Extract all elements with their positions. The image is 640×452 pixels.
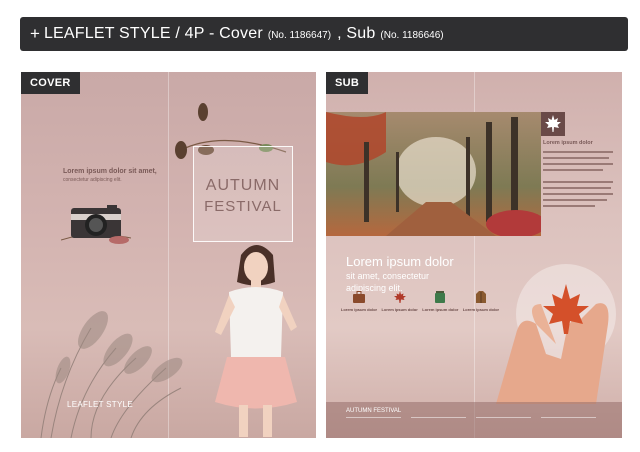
header-separator: , Sub bbox=[337, 25, 376, 42]
info-panel: Lorem ipsum dolor bbox=[543, 140, 617, 221]
icon-caption: Lorem ipsum dolor bbox=[422, 307, 459, 312]
footer-columns bbox=[346, 417, 596, 425]
suitcase-icon bbox=[353, 291, 365, 303]
icon-caption: Lorem ipsum dolor bbox=[340, 307, 378, 312]
header-title: LEAFLET STYLE / 4P - Cover bbox=[43, 25, 263, 42]
footer-column bbox=[411, 417, 466, 425]
autumn-title: AUTUMN bbox=[205, 177, 281, 194]
cover-text-title: Lorem ipsum dolor sit amet, bbox=[63, 168, 157, 175]
cover-number: (No. 1186647) bbox=[267, 29, 332, 41]
leaflet-style-label: LEAFLET STYLE bbox=[67, 400, 134, 409]
icons-row: Lorem ipsum dolor Lorem ipsum dolor Lore… bbox=[340, 290, 500, 312]
icon-item: Lorem ipsum dolor bbox=[421, 290, 459, 312]
sub-page: Lorem ipsum dolor Lorem ipsum dolor sit … bbox=[326, 72, 622, 438]
jar-icon bbox=[435, 291, 446, 303]
sub-number: (No. 1186646) bbox=[380, 29, 444, 41]
cover-page: Lorem ipsum dolor sit amet, consectetur … bbox=[21, 72, 316, 438]
maple-leaf-icon bbox=[545, 115, 561, 132]
footer-column bbox=[476, 417, 531, 425]
woman-illustration bbox=[215, 245, 297, 437]
footer-title: AUTUMN FESTIVAL bbox=[346, 408, 402, 414]
sub-heading: Lorem ipsum dolor sit amet, consectetur … bbox=[346, 254, 454, 293]
cover-text-desc: consectetur adipiscing elit. bbox=[63, 177, 122, 183]
forest-photo bbox=[326, 112, 541, 236]
sub-heading-line1: Lorem ipsum dolor bbox=[346, 254, 454, 269]
footer-column bbox=[541, 417, 596, 425]
autumn-festival-frame: AUTUMN FESTIVAL bbox=[193, 146, 293, 242]
icon-item: Lorem ipsum dolor bbox=[381, 290, 419, 312]
cover-tag: COVER bbox=[21, 72, 80, 94]
festival-title: FESTIVAL bbox=[204, 198, 282, 215]
maple-badge bbox=[541, 112, 565, 136]
header-bar: + LEAFLET STYLE / 4P - Cover (No. 118664… bbox=[20, 17, 628, 51]
maple-leaf-icon bbox=[393, 291, 406, 303]
grass-illustration bbox=[40, 311, 183, 438]
camera-illustration bbox=[61, 205, 131, 244]
placeholder-text-lines bbox=[543, 151, 613, 207]
plus-icon: + bbox=[30, 24, 40, 43]
icon-item: Lorem ipsum dolor bbox=[340, 290, 378, 312]
sub-heading-line2: sit amet, consectetur bbox=[346, 271, 430, 281]
cover-text-block: Lorem ipsum dolor sit amet, consectetur … bbox=[63, 168, 173, 183]
sub-tag: SUB bbox=[326, 72, 369, 94]
hands-with-leaf-illustration bbox=[496, 264, 616, 404]
icon-caption: Lorem ipsum dolor bbox=[381, 307, 418, 312]
sub-footer: AUTUMN FESTIVAL bbox=[326, 402, 622, 438]
footer-column bbox=[346, 417, 401, 425]
